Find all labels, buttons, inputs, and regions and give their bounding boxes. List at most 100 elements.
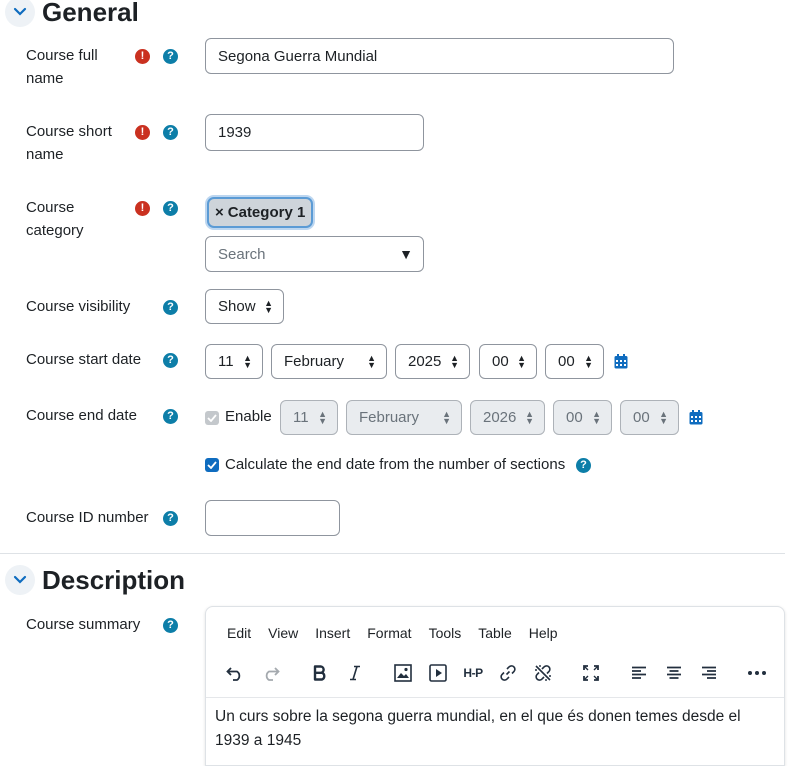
required-icon: ! xyxy=(135,201,150,216)
help-icon[interactable]: ? xyxy=(576,458,591,473)
editor-menubar: Edit View Insert Format Tools Table Help xyxy=(227,625,575,641)
help-icon[interactable]: ? xyxy=(163,353,178,368)
align-left-icon xyxy=(632,666,646,679)
enddate-minute-select[interactable]: 00 ▲ ▼ xyxy=(620,400,679,435)
enddate-month-select[interactable]: February ▲ ▼ xyxy=(346,400,462,435)
summary-label: Course summary xyxy=(26,616,141,633)
startdate-hour-select[interactable]: 00 ▲ ▼ xyxy=(479,344,537,379)
fullscreen-icon xyxy=(583,665,599,681)
image-icon xyxy=(394,664,412,682)
select-arrows-icon: ▲ ▼ xyxy=(584,352,593,370)
select-arrows-icon: ▲ ▼ xyxy=(243,352,252,370)
idnumber-label: Course ID number xyxy=(26,509,149,526)
enable-enddate-checkbox[interactable] xyxy=(205,411,219,425)
idnumber-input[interactable] xyxy=(205,500,340,536)
bold-button[interactable] xyxy=(308,661,332,685)
media-icon xyxy=(429,664,447,682)
general-section-header[interactable]: General xyxy=(5,0,139,27)
bold-icon xyxy=(313,665,326,681)
menu-view[interactable]: View xyxy=(268,625,298,641)
content-line: Un curs sobre la segona guerra mundial, … xyxy=(215,708,741,725)
fullname-input[interactable]: Segona Guerra Mundial xyxy=(205,38,674,74)
help-icon[interactable]: ? xyxy=(163,49,178,64)
section-divider xyxy=(0,553,785,554)
fullscreen-button[interactable] xyxy=(579,661,603,685)
insert-media-button[interactable] xyxy=(426,661,450,685)
menu-help[interactable]: Help xyxy=(529,625,558,641)
redo-button[interactable] xyxy=(259,661,283,685)
dropdown-arrow-icon[interactable]: ▼ xyxy=(399,246,413,262)
align-center-button[interactable] xyxy=(662,661,686,685)
rich-text-editor[interactable]: Edit View Insert Format Tools Table Help… xyxy=(205,606,785,766)
select-arrows-icon: ▲ ▼ xyxy=(592,408,601,426)
select-arrows-icon: ▲ ▼ xyxy=(659,408,668,426)
description-section-header[interactable]: Description xyxy=(5,565,185,595)
visibility-value: Show xyxy=(218,298,256,315)
menu-edit[interactable]: Edit xyxy=(227,625,251,641)
shortname-label: Course short name xyxy=(26,123,112,163)
h5p-icon: H-P xyxy=(463,666,483,680)
menu-tools[interactable]: Tools xyxy=(429,625,462,641)
select-arrows-icon: ▲ ▼ xyxy=(450,352,459,370)
section-title-description: Description xyxy=(42,564,186,595)
select-arrows-icon: ▲ ▼ xyxy=(525,408,534,426)
collapse-description-button[interactable] xyxy=(5,565,35,595)
align-right-button[interactable] xyxy=(697,661,721,685)
unlink-button[interactable] xyxy=(531,661,555,685)
h5p-button[interactable]: H-P xyxy=(459,661,487,685)
italic-button[interactable] xyxy=(343,661,367,685)
enddate-day-select[interactable]: 11 ▲ ▼ xyxy=(280,400,338,435)
calendar-icon[interactable] xyxy=(614,354,628,369)
help-icon[interactable]: ? xyxy=(163,125,178,140)
select-arrows-icon: ▲ ▼ xyxy=(517,352,526,370)
enddate-label: Course end date xyxy=(26,407,137,424)
remove-tag-icon[interactable]: × xyxy=(215,204,224,221)
align-left-button[interactable] xyxy=(627,661,651,685)
calc-enddate-label: Calculate the end date from the number o… xyxy=(225,456,566,473)
chevron-down-icon xyxy=(13,7,27,16)
menu-table[interactable]: Table xyxy=(478,625,511,641)
category-tag-label: Category 1 xyxy=(227,204,306,221)
link-button[interactable] xyxy=(496,661,520,685)
startdate-minute-select[interactable]: 00 ▲ ▼ xyxy=(545,344,604,379)
select-arrows-icon: ▲ ▼ xyxy=(442,408,451,426)
required-icon: ! xyxy=(135,49,150,64)
enddate-hour-select[interactable]: 00 ▲ ▼ xyxy=(553,400,612,435)
help-icon[interactable]: ? xyxy=(163,618,178,633)
section-title-general: General xyxy=(42,0,139,27)
calc-enddate-checkbox[interactable] xyxy=(205,458,219,472)
align-center-icon xyxy=(667,666,681,679)
undo-icon xyxy=(226,667,241,681)
startdate-month-select[interactable]: February ▲ ▼ xyxy=(271,344,387,379)
more-icon xyxy=(748,671,766,675)
undo-button[interactable] xyxy=(223,661,247,685)
startdate-year-select[interactable]: 2025 ▲ ▼ xyxy=(395,344,470,379)
more-button[interactable] xyxy=(745,661,769,685)
required-icon: ! xyxy=(135,125,150,140)
help-icon[interactable]: ? xyxy=(163,409,178,424)
checkmark-icon xyxy=(207,414,217,422)
enddate-year-select[interactable]: 2026 ▲ ▼ xyxy=(470,400,545,435)
visibility-select[interactable]: Show ▲ ▼ xyxy=(205,289,284,324)
help-icon[interactable]: ? xyxy=(163,201,178,216)
italic-icon xyxy=(350,665,360,681)
collapse-general-button[interactable] xyxy=(5,0,35,27)
help-icon[interactable]: ? xyxy=(163,300,178,315)
insert-image-button[interactable] xyxy=(391,661,415,685)
toolbar-divider xyxy=(206,697,784,698)
menu-format[interactable]: Format xyxy=(367,625,411,641)
startdate-day-select[interactable]: 11 ▲ ▼ xyxy=(205,344,263,379)
calendar-icon[interactable] xyxy=(689,410,703,425)
category-search-input[interactable]: Search ▼ xyxy=(205,236,424,272)
editor-content[interactable]: Un curs sobre la segona guerra mundial, … xyxy=(215,705,775,753)
category-search-placeholder: Search xyxy=(218,245,266,263)
fullname-label: Course full name xyxy=(26,47,98,87)
menu-insert[interactable]: Insert xyxy=(315,625,350,641)
help-icon[interactable]: ? xyxy=(163,511,178,526)
link-icon xyxy=(500,665,516,681)
shortname-input[interactable]: 1939 xyxy=(205,114,424,151)
align-right-icon xyxy=(702,666,716,679)
content-line: 1939 a 1945 xyxy=(215,732,302,749)
category-tag[interactable]: × Category 1 xyxy=(207,197,314,228)
visibility-label: Course visibility xyxy=(26,298,131,315)
